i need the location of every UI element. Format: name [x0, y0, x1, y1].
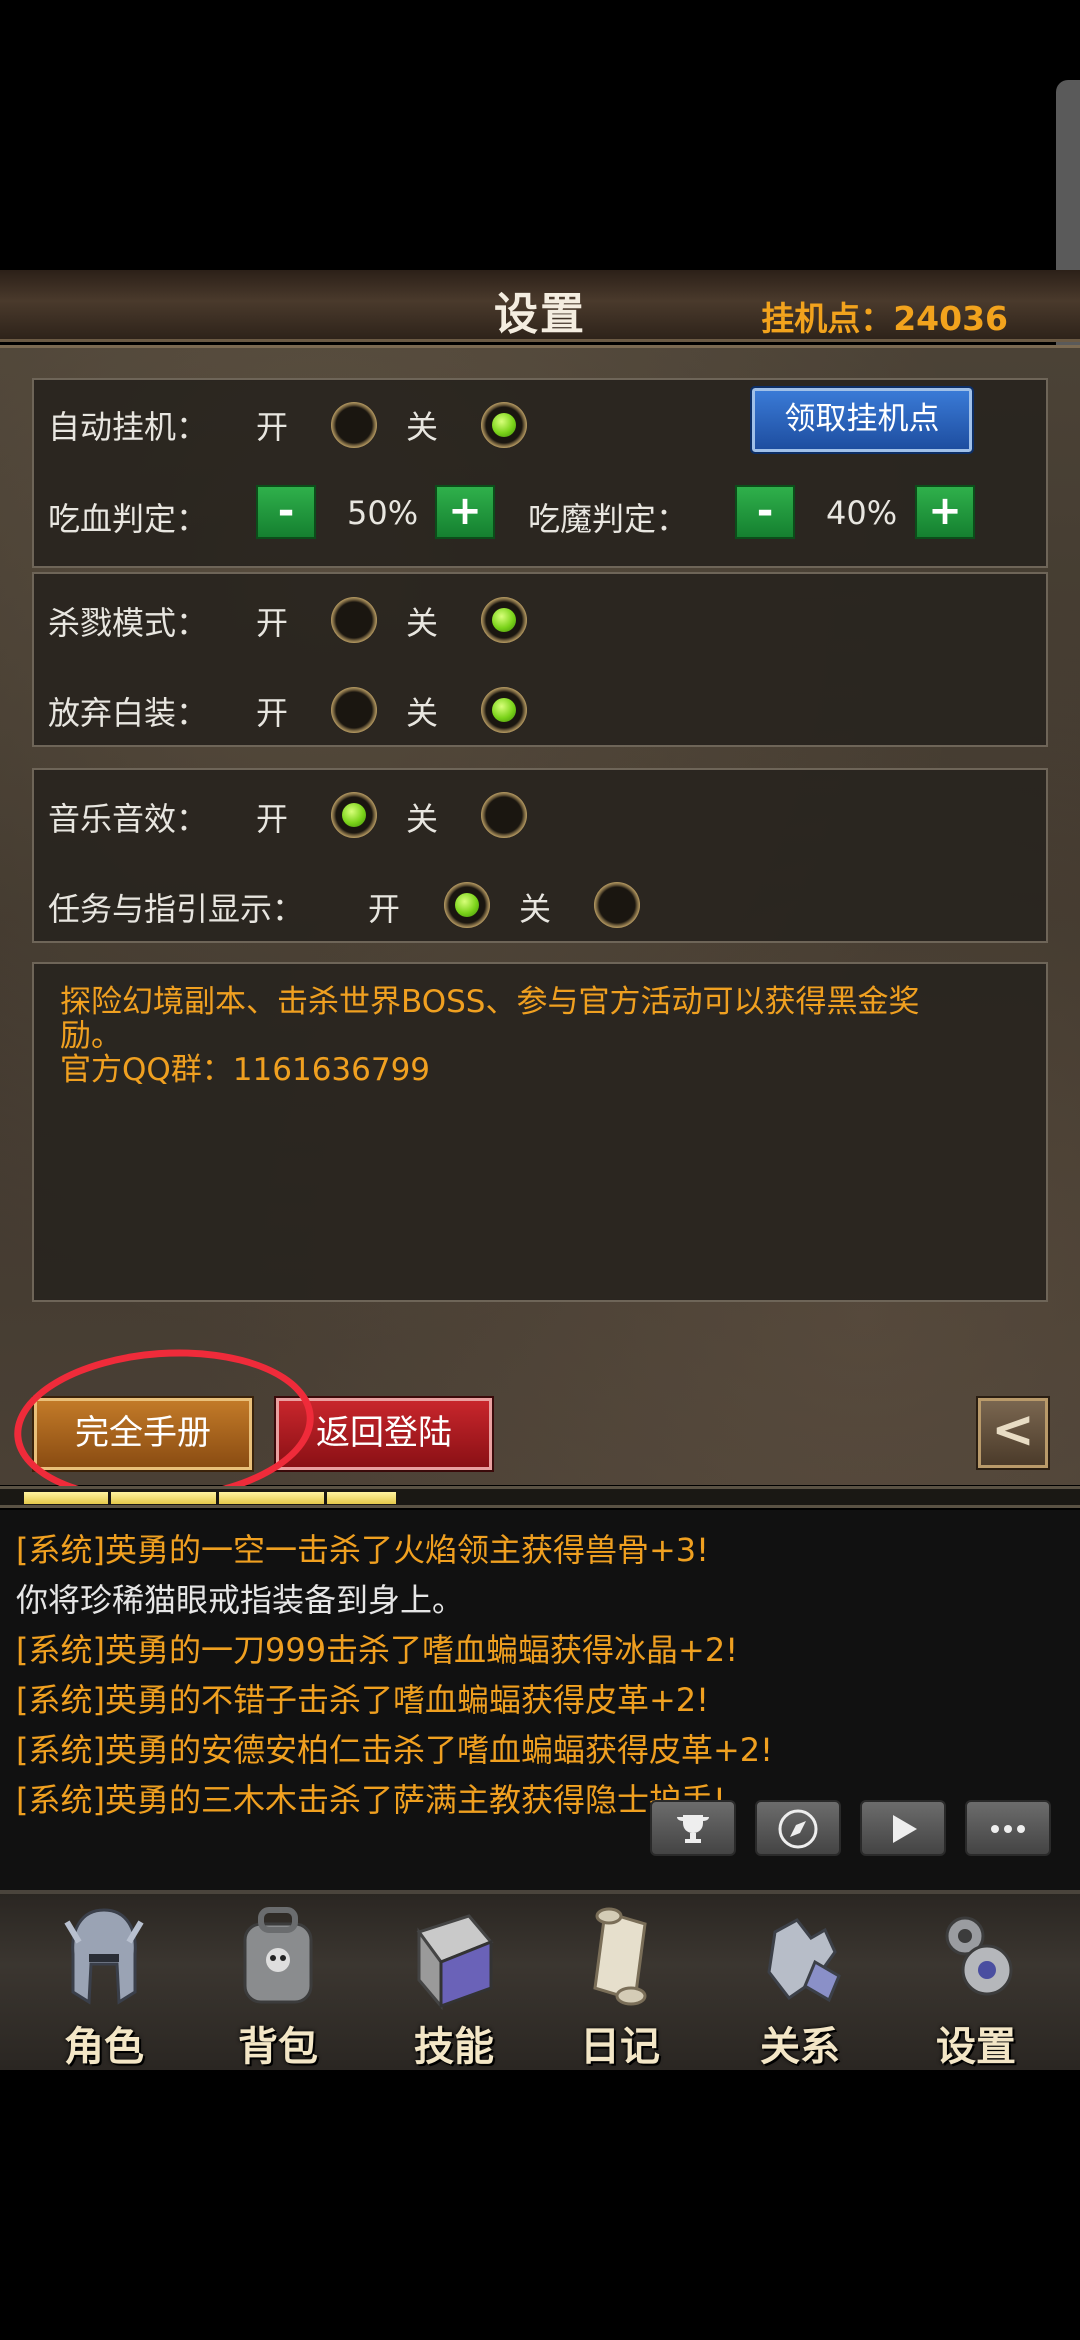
notice-line-3: 官方QQ群：1161636799: [60, 1052, 431, 1088]
nav-label: 角色: [64, 2024, 144, 2070]
nav-label: 背包: [238, 2024, 318, 2070]
discard-white-label: 放弃白装：: [48, 694, 209, 732]
kill-mode-label: 杀戮模式：: [48, 604, 209, 642]
auto-afk-on-radio[interactable]: [331, 402, 377, 448]
kill-mode-on-radio[interactable]: [331, 597, 377, 643]
auto-afk-label: 自动挂机：: [48, 408, 209, 446]
music-sfx-off-label: 关: [406, 800, 439, 838]
claim-afk-points-button[interactable]: 领取挂机点: [750, 386, 974, 454]
nav-item-settings[interactable]: 设置: [906, 1902, 1046, 2070]
chat-line: [系统]英勇的一刀999击杀了嗜血蝙蝠获得冰晶+2!: [16, 1631, 739, 1669]
nav-label: 日记: [580, 2024, 660, 2070]
kill-mode-off-radio[interactable]: [481, 597, 527, 643]
auto-afk-off-label: 关: [406, 408, 439, 446]
quest-guide-off-label: 关: [519, 890, 552, 928]
music-sfx-label: 音乐音效：: [48, 800, 209, 838]
notice-line-2: 励。: [60, 1018, 122, 1054]
chat-line: [系统]英勇的一空一击杀了火焰领主获得兽骨+3!: [16, 1531, 709, 1569]
discard-white-off-label: 关: [406, 694, 439, 732]
chat-line: [系统]英勇的三木木击杀了萨满主教获得隐士护手!: [16, 1781, 726, 1819]
settings-header: 设置 挂机点：24036: [0, 270, 1080, 342]
hp-threshold-label: 吃血判定：: [48, 500, 209, 538]
mp-minus-button[interactable]: -: [735, 485, 795, 539]
hp-plus-button[interactable]: +: [435, 485, 495, 539]
nav-item-relations[interactable]: 关系: [730, 1902, 870, 2070]
music-sfx-on-label: 开: [256, 800, 289, 838]
hp-threshold-value: 50%: [347, 494, 419, 532]
helmet-icon: [59, 1902, 149, 2012]
hp-minus-button[interactable]: -: [256, 485, 316, 539]
experience-bar: [0, 1486, 1080, 1508]
nav-item-skills[interactable]: 技能: [384, 1902, 524, 2070]
compass-icon[interactable]: [755, 1800, 841, 1856]
quest-guide-on-label: 开: [368, 890, 401, 928]
kill-mode-off-label: 关: [406, 604, 439, 642]
play-icon[interactable]: [860, 1800, 946, 1856]
notice-text: 探险幻境副本、击杀世界BOSS、参与官方活动可以获得黑金奖 励。 官方QQ群：1…: [60, 985, 1050, 1087]
nav-item-character[interactable]: 角色: [34, 1902, 174, 2070]
music-sfx-on-radio[interactable]: [331, 792, 377, 838]
gauntlet-icon: [755, 1902, 845, 2012]
afk-points-counter: 挂机点：24036: [761, 299, 1008, 338]
chat-line: [系统]英勇的不错子击杀了嗜血蝙蝠获得皮革+2!: [16, 1681, 709, 1719]
nav-label: 技能: [414, 2024, 494, 2070]
auto-afk-on-label: 开: [256, 408, 289, 446]
backpack-icon: [233, 1902, 323, 2012]
nav-item-backpack[interactable]: 背包: [208, 1902, 348, 2070]
nav-label: 关系: [760, 2024, 840, 2070]
discard-white-off-radio[interactable]: [481, 687, 527, 733]
skill-book-icon: [409, 1902, 499, 2012]
music-sfx-off-radio[interactable]: [481, 792, 527, 838]
mp-threshold-value: 40%: [826, 494, 898, 532]
nav-label: 设置: [936, 2024, 1016, 2070]
chat-line: 你将珍稀猫眼戒指装备到身上。: [16, 1581, 465, 1619]
back-arrow-button[interactable]: <: [976, 1396, 1050, 1470]
trophy-icon[interactable]: [650, 1800, 736, 1856]
experience-bar-fill: [24, 1492, 396, 1504]
chat-bubble-icon[interactable]: [965, 1800, 1051, 1856]
quest-guide-on-radio[interactable]: [444, 882, 490, 928]
chat-line: [系统]英勇的安德安柏仁击杀了嗜血蝙蝠获得皮革+2!: [16, 1731, 773, 1769]
discard-white-on-radio[interactable]: [331, 687, 377, 733]
notice-line-1: 探险幻境副本、击杀世界BOSS、参与官方活动可以获得黑金奖: [60, 984, 920, 1020]
mp-plus-button[interactable]: +: [915, 485, 975, 539]
discard-white-on-label: 开: [256, 694, 289, 732]
auto-afk-off-radio[interactable]: [481, 402, 527, 448]
nav-item-diary[interactable]: 日记: [550, 1902, 690, 2070]
quest-guide-off-radio[interactable]: [594, 882, 640, 928]
quest-guide-label: 任务与指引显示：: [48, 890, 305, 928]
scroll-icon: [575, 1902, 665, 2012]
gear-icon: [931, 1902, 1021, 2012]
kill-mode-on-label: 开: [256, 604, 289, 642]
mp-threshold-label: 吃魔判定：: [528, 500, 689, 538]
